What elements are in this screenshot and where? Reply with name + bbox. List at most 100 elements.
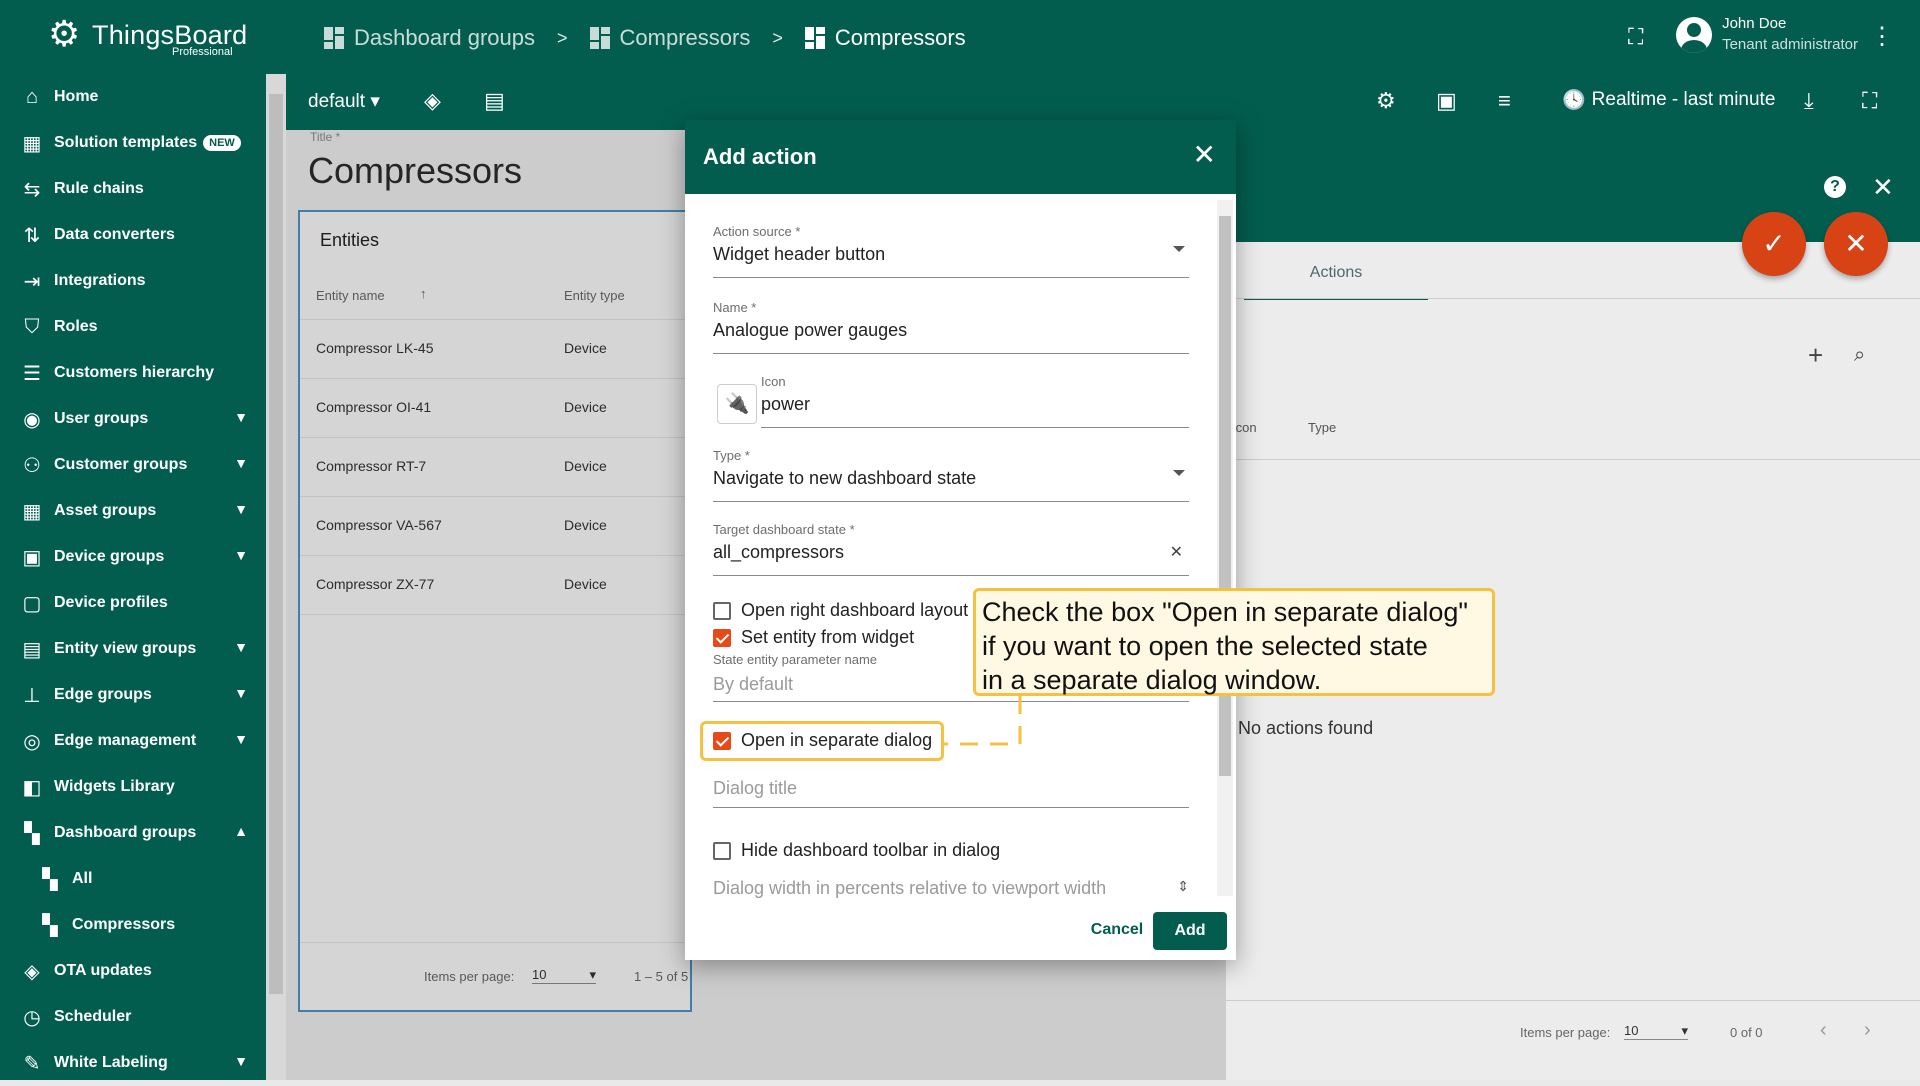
- help-icon[interactable]: ?: [1824, 176, 1846, 198]
- download-icon[interactable]: ⤓: [1804, 88, 1814, 114]
- state-selector[interactable]: default ▾: [308, 90, 380, 113]
- paint-icon: ✎: [23, 1052, 41, 1075]
- device-icon: ▣: [22, 546, 42, 569]
- sidebar-item-label: Home: [54, 88, 99, 105]
- user-menu[interactable]: John Doe Tenant administrator: [1676, 14, 1858, 56]
- hide-toolbar-checkbox[interactable]: Hide dashboard toolbar in dialog: [713, 840, 1000, 861]
- breadcrumb-separator: >: [557, 27, 568, 48]
- sidebar-item-rule-chains[interactable]: ⇆ Rule chains: [0, 166, 266, 212]
- sidebar-item-customer-groups[interactable]: ⚇ Customer groups ▼: [0, 442, 266, 488]
- sidebar-item-solution-templates[interactable]: ▦ Solution templates NEW: [0, 120, 266, 166]
- spinner-icon[interactable]: ⇕: [1177, 878, 1189, 895]
- dropdown-arrow-icon: [1173, 246, 1185, 252]
- sidebar-item-home[interactable]: ⌂ Home: [0, 74, 266, 120]
- sidebar-item-data-converters[interactable]: ⇅ Data converters: [0, 212, 266, 258]
- dialog-title-field[interactable]: Dialog title: [713, 766, 1189, 808]
- checkbox-checked[interactable]: [713, 628, 731, 647]
- tab-actions[interactable]: Actions: [1244, 258, 1428, 300]
- clear-icon[interactable]: ✕: [1170, 542, 1183, 562]
- ota-icon: ◈: [24, 960, 40, 983]
- devices-icon[interactable]: ▣: [1436, 88, 1457, 114]
- sidebar-item-label: User groups: [54, 410, 149, 427]
- cancel-button[interactable]: Cancel: [1067, 912, 1167, 948]
- sidebar-item-label: All: [72, 870, 93, 887]
- more-vert-icon[interactable]: ⋮: [1870, 22, 1894, 51]
- dialog-width-field[interactable]: Dialog width in percents relative to vie…: [713, 878, 1189, 902]
- sidebar-item-scheduler[interactable]: ◷ Scheduler: [0, 994, 266, 1040]
- dialog-scrollbar[interactable]: [1217, 200, 1233, 896]
- sidebar-scrollbar[interactable]: [266, 74, 286, 1080]
- apply-changes-button[interactable]: ✓: [1742, 212, 1806, 276]
- items-per-page-select[interactable]: 10 ▾: [1624, 1023, 1688, 1040]
- sidebar-item-entity-view-groups[interactable]: ▤ Entity view groups ▼: [0, 626, 266, 672]
- decline-changes-button[interactable]: ✕: [1824, 212, 1888, 276]
- timewindow-selector[interactable]: 🕓 Realtime - last minute: [1562, 88, 1775, 112]
- chevron-down-icon[interactable]: ▼: [234, 731, 248, 747]
- sidebar-item-dashboard-groups[interactable]: ▚ Dashboard groups ▲: [0, 810, 266, 856]
- sidebar-item-widgets-library[interactable]: ◧ Widgets Library: [0, 764, 266, 810]
- sidebar-item-device-groups[interactable]: ▣ Device groups ▼: [0, 534, 266, 580]
- add-icon[interactable]: +: [1808, 340, 1823, 371]
- dashboard-icon: [804, 27, 827, 49]
- sidebar-item-roles[interactable]: ⛉ Roles: [0, 304, 266, 350]
- paginator-range: 0 of 0: [1730, 1025, 1763, 1040]
- asset-icon: ▦: [22, 500, 42, 523]
- sidebar-item-edge-groups[interactable]: ⊥ Edge groups ▼: [0, 672, 266, 718]
- add-button[interactable]: Add: [1153, 912, 1227, 950]
- search-icon[interactable]: ⌕: [1854, 344, 1865, 367]
- chevron-down-icon[interactable]: ▼: [234, 409, 248, 425]
- breadcrumb-compressors-group[interactable]: Compressors: [589, 25, 750, 51]
- layout-icon[interactable]: ▤: [484, 88, 505, 114]
- sidebar-item-label: OTA updates: [54, 962, 152, 979]
- power-plug-icon[interactable]: 🔌: [717, 384, 757, 424]
- settings-icon[interactable]: ⚙: [1376, 88, 1396, 114]
- action-source-select[interactable]: Action source * Widget header button: [713, 224, 1189, 278]
- sidebar-item-customers-hierarchy[interactable]: ☰ Customers hierarchy: [0, 350, 266, 396]
- chevron-down-icon[interactable]: ▼: [234, 501, 248, 517]
- icon-field[interactable]: Icon power: [761, 374, 1189, 428]
- close-icon[interactable]: ✕: [1193, 138, 1216, 171]
- name-field[interactable]: Name * Analogue power gauges: [713, 300, 1189, 354]
- checkbox-unchecked[interactable]: [713, 601, 731, 620]
- fullscreen-icon[interactable]: ⛶: [1628, 24, 1643, 50]
- sidebar-item-asset-groups[interactable]: ▦ Asset groups ▼: [0, 488, 266, 534]
- chevron-up-icon[interactable]: ▲: [234, 823, 248, 839]
- filter-icon[interactable]: ≡: [1498, 88, 1511, 114]
- sidebar: ⌂ Home ▦ Solution templates NEW ⇆ Rule chains ⇅…: [0, 74, 266, 1080]
- home-icon: ⌂: [25, 85, 39, 108]
- dashboard-icon: [324, 27, 346, 49]
- sidebar-item-device-profiles[interactable]: ▢ Device profiles: [0, 580, 266, 626]
- set-entity-checkbox[interactable]: Set entity from widget: [713, 627, 914, 648]
- thingsboard-logo[interactable]: ⚙ ThingsBoard Professional: [48, 14, 248, 62]
- sidebar-item-white-labeling[interactable]: ✎ White Labeling ▼: [0, 1040, 266, 1086]
- breadcrumb-compressors-dashboard: Compressors: [804, 25, 966, 51]
- chevron-down-icon[interactable]: ▼: [234, 639, 248, 655]
- breadcrumb-dashboard-groups[interactable]: Dashboard groups: [324, 25, 535, 51]
- checkbox-unchecked[interactable]: [713, 841, 731, 860]
- previous-page-icon[interactable]: ‹: [1820, 1019, 1827, 1042]
- close-icon[interactable]: ✕: [1872, 172, 1894, 203]
- sidebar-item-label: Rule chains: [54, 180, 144, 197]
- fullscreen-dashboard-icon[interactable]: ⛶: [1862, 88, 1877, 114]
- sidebar-item-ota-updates[interactable]: ◈ OTA updates: [0, 948, 266, 994]
- sidebar-item-user-groups[interactable]: ◉ User groups ▼: [0, 396, 266, 442]
- chevron-down-icon[interactable]: ▼: [234, 547, 248, 563]
- chevron-down-icon[interactable]: ▼: [234, 1053, 248, 1069]
- sidebar-item-label: Device groups: [54, 548, 165, 565]
- layers-icon[interactable]: ◈: [424, 88, 441, 114]
- next-page-icon[interactable]: ›: [1864, 1019, 1871, 1042]
- sidebar-item-edge-management[interactable]: ◎ Edge management ▼: [0, 718, 266, 764]
- chevron-down-icon[interactable]: ▼: [234, 455, 248, 471]
- sidebar-item-compressors[interactable]: ▚ Compressors: [0, 902, 266, 948]
- top-bar: ⚙ ThingsBoard Professional Dashboard gro…: [0, 0, 1920, 74]
- target-dashboard-state-select[interactable]: Target dashboard state * all_compressors…: [713, 522, 1189, 576]
- grid-icon: ▦: [22, 132, 42, 155]
- sidebar-item-integrations[interactable]: ⇥ Integrations: [0, 258, 266, 304]
- chevron-down-icon[interactable]: ▼: [234, 685, 248, 701]
- breadcrumb-separator: >: [772, 27, 783, 48]
- sidebar-item-label: Customers hierarchy: [54, 364, 215, 381]
- rule-chains-icon: ⇆: [23, 178, 41, 201]
- type-select[interactable]: Type * Navigate to new dashboard state: [713, 448, 1189, 502]
- sidebar-item-all[interactable]: ▚ All: [0, 856, 266, 902]
- open-right-layout-checkbox[interactable]: Open right dashboard layout: [713, 600, 968, 621]
